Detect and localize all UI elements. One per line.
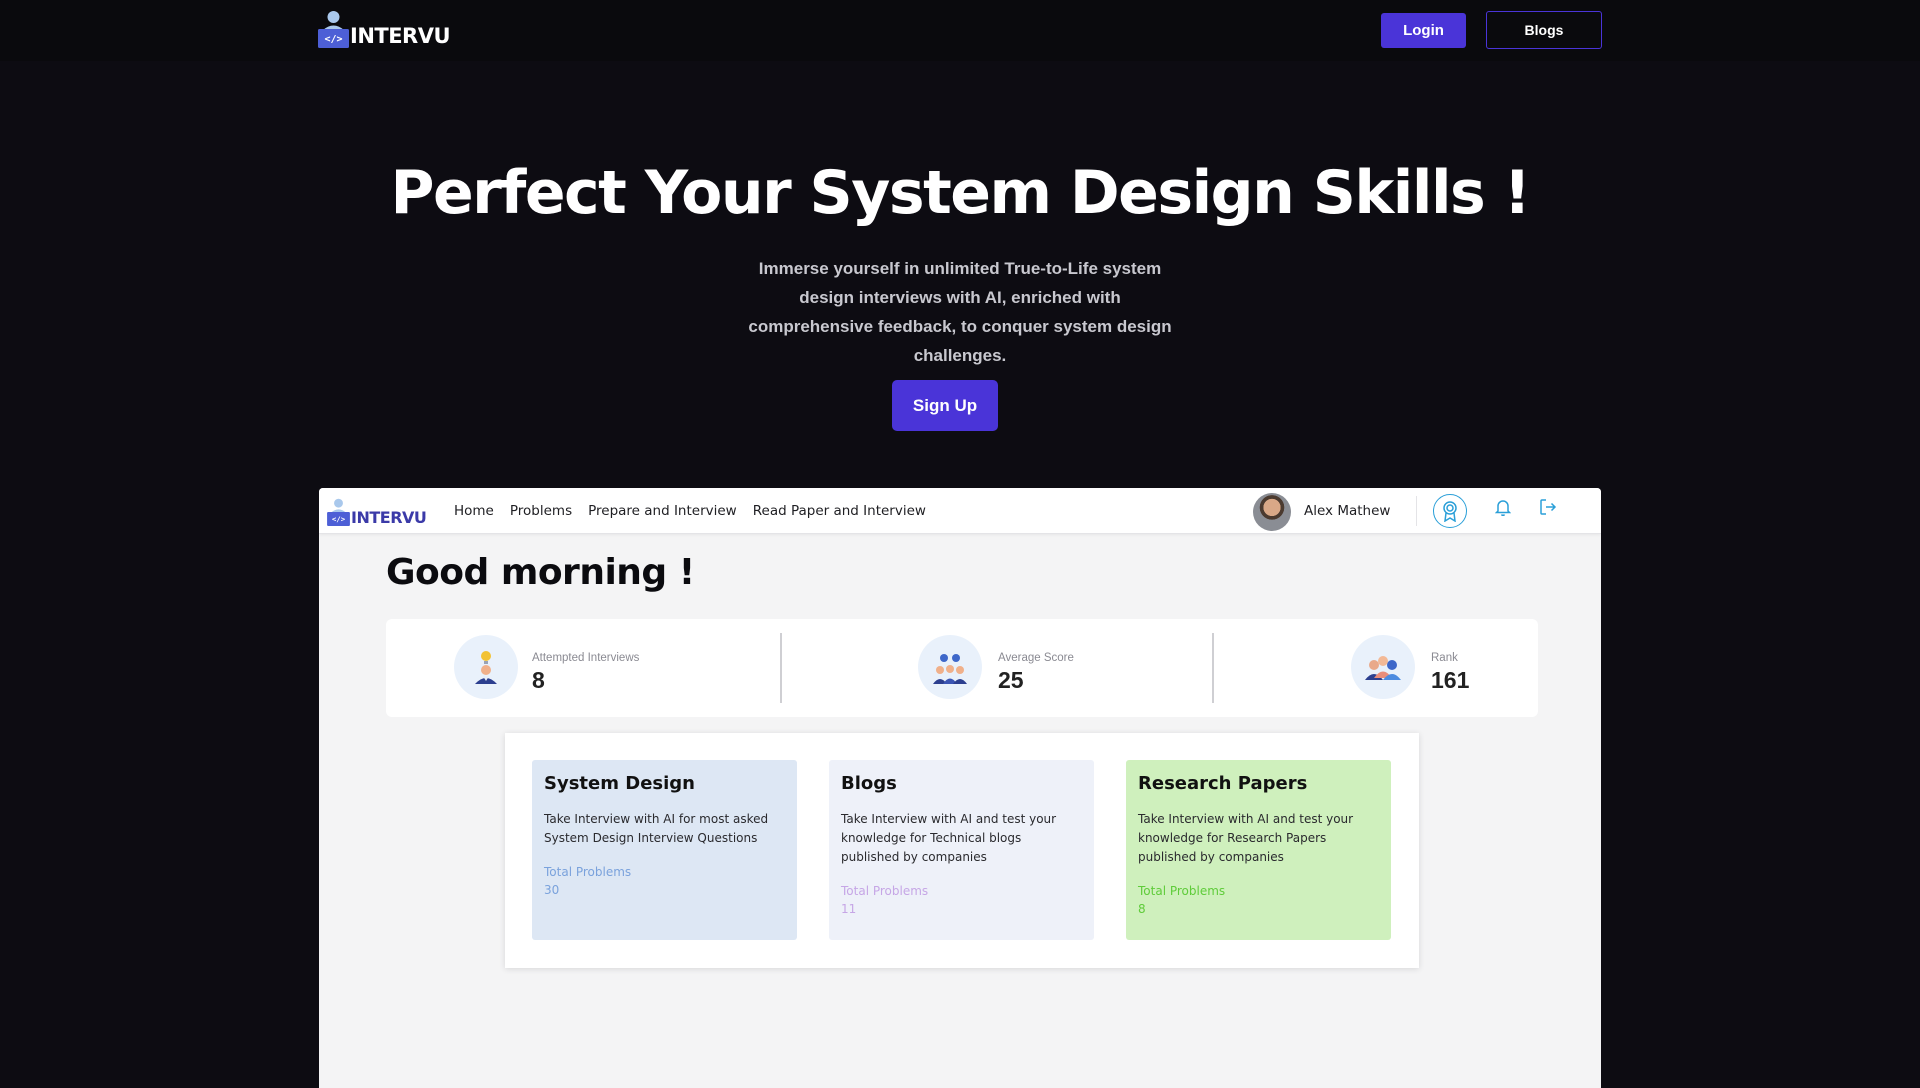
stat-divider: [780, 633, 782, 703]
hero-title: Perfect Your System Design Skills !: [390, 158, 1531, 228]
card-description: Take Interview with AI and test your kno…: [1138, 812, 1354, 864]
bell-icon[interactable]: [1492, 496, 1514, 518]
card-research-papers[interactable]: Research Papers Take Interview with AI a…: [1126, 760, 1391, 940]
nav-divider: [1416, 496, 1417, 526]
svg-text:</>: </>: [324, 34, 342, 45]
login-button[interactable]: Login: [1381, 13, 1466, 48]
stats-panel: Attempted Interviews 8 Average Score 25: [386, 619, 1538, 717]
card-title: Research Papers: [1138, 773, 1308, 794]
user-name[interactable]: Alex Mathew: [1304, 503, 1390, 519]
stat-label: Average Score: [998, 652, 1074, 664]
card-count: 11: [841, 902, 857, 916]
card-description: Take Interview with AI and test your kno…: [841, 812, 1057, 864]
card-description: Take Interview with AI for most asked Sy…: [544, 812, 769, 845]
app-brand-name: INTERVU: [351, 508, 427, 527]
coder-logo-icon: </>: [318, 11, 349, 48]
stat-value: 25: [998, 667, 1024, 693]
nav-problems[interactable]: Problems: [510, 503, 572, 519]
card-title: Blogs: [841, 773, 897, 794]
card-blogs[interactable]: Blogs Take Interview with AI and test yo…: [829, 760, 1094, 940]
top-navbar: </> INTERVU Login Blogs: [0, 0, 1920, 61]
card-title: System Design: [544, 773, 695, 794]
card-count: 30: [544, 883, 560, 897]
nav-prepare-and-interview[interactable]: Prepare and Interview: [588, 503, 737, 519]
blogs-button[interactable]: Blogs: [1486, 11, 1602, 49]
hero-subtitle: Immerse yourself in unlimited True-to-Li…: [748, 259, 1172, 365]
nav-read-paper-and-interview[interactable]: Read Paper and Interview: [753, 503, 926, 519]
feature-cards-panel: System Design Take Interview with AI for…: [505, 733, 1419, 968]
brand-name: INTERVU: [350, 24, 451, 48]
card-count: 8: [1138, 902, 1146, 916]
stat-value: 8: [532, 667, 545, 693]
app-navbar: </> INTERVU Home Problems Prepare and In…: [319, 488, 1601, 534]
svg-text:</>: </>: [332, 515, 346, 524]
card-count-label: Total Problems: [1138, 884, 1226, 898]
signup-button[interactable]: Sign Up: [892, 380, 998, 431]
card-system-design[interactable]: System Design Take Interview with AI for…: [532, 760, 797, 940]
team-icon: [918, 635, 982, 699]
app-brand-logo[interactable]: </> INTERVU: [327, 498, 427, 527]
brand-logo[interactable]: </> INTERVU: [318, 10, 451, 48]
logout-icon[interactable]: [1537, 496, 1559, 518]
stat-label: Attempted Interviews: [532, 652, 640, 664]
stat-value: 161: [1431, 667, 1470, 693]
stat-divider: [1212, 633, 1214, 703]
card-count-label: Total Problems: [544, 865, 632, 879]
user-avatar[interactable]: [1253, 493, 1291, 531]
card-count-label: Total Problems: [841, 884, 929, 898]
app-preview: </> INTERVU Home Problems Prepare and In…: [319, 488, 1601, 1088]
greeting-heading: Good morning !: [386, 552, 695, 593]
lightbulb-person-icon: [454, 635, 518, 699]
nav-home[interactable]: Home: [454, 503, 494, 519]
app-nav-links: Home Problems Prepare and Interview Read…: [454, 488, 926, 534]
coder-logo-icon: </>: [327, 498, 350, 526]
stat-label: Rank: [1431, 652, 1458, 664]
group-icon: [1351, 635, 1415, 699]
award-badge-icon[interactable]: [1433, 494, 1467, 528]
